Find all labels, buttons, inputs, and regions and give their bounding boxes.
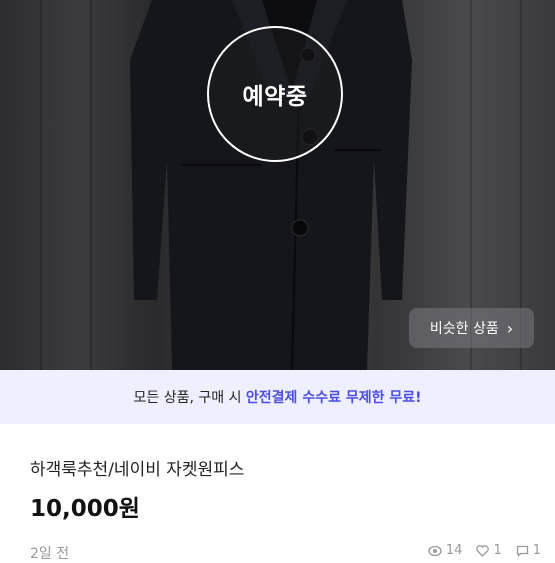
likes-count: 1: [493, 543, 502, 558]
product-price: 10,000원: [30, 496, 140, 522]
curtain-fold: [40, 0, 42, 370]
reserved-label: 예약중: [242, 84, 308, 110]
similar-products-label: 비슷한 상품: [429, 321, 499, 337]
curtain-fold: [90, 0, 92, 370]
safe-payment-banner[interactable]: 모든 상품, 구매 시 안전결제 수수료 무제한 무료!: [0, 370, 555, 424]
chats-count: 1: [532, 543, 541, 558]
reserved-badge: 예약중: [207, 26, 343, 162]
views-stat: 14: [428, 543, 463, 558]
similar-products-button[interactable]: 비슷한 상품 ›: [409, 308, 534, 348]
product-photo[interactable]: 예약중 비슷한 상품 ›: [0, 0, 555, 370]
promo-text: 모든 상품, 구매 시: [133, 390, 246, 406]
likes-stat: 1: [476, 543, 502, 558]
chevron-right-icon: ›: [506, 318, 514, 338]
views-count: 14: [445, 543, 463, 558]
product-title: 하객룩추천/네이비 자켓원피스: [30, 460, 245, 480]
product-stats: 14 1 1: [428, 543, 541, 558]
chats-stat: 1: [516, 543, 541, 558]
promo-highlight: 안전결제 수수료 무제한 무료!: [245, 390, 422, 406]
posted-time: 2일 전: [30, 546, 70, 562]
